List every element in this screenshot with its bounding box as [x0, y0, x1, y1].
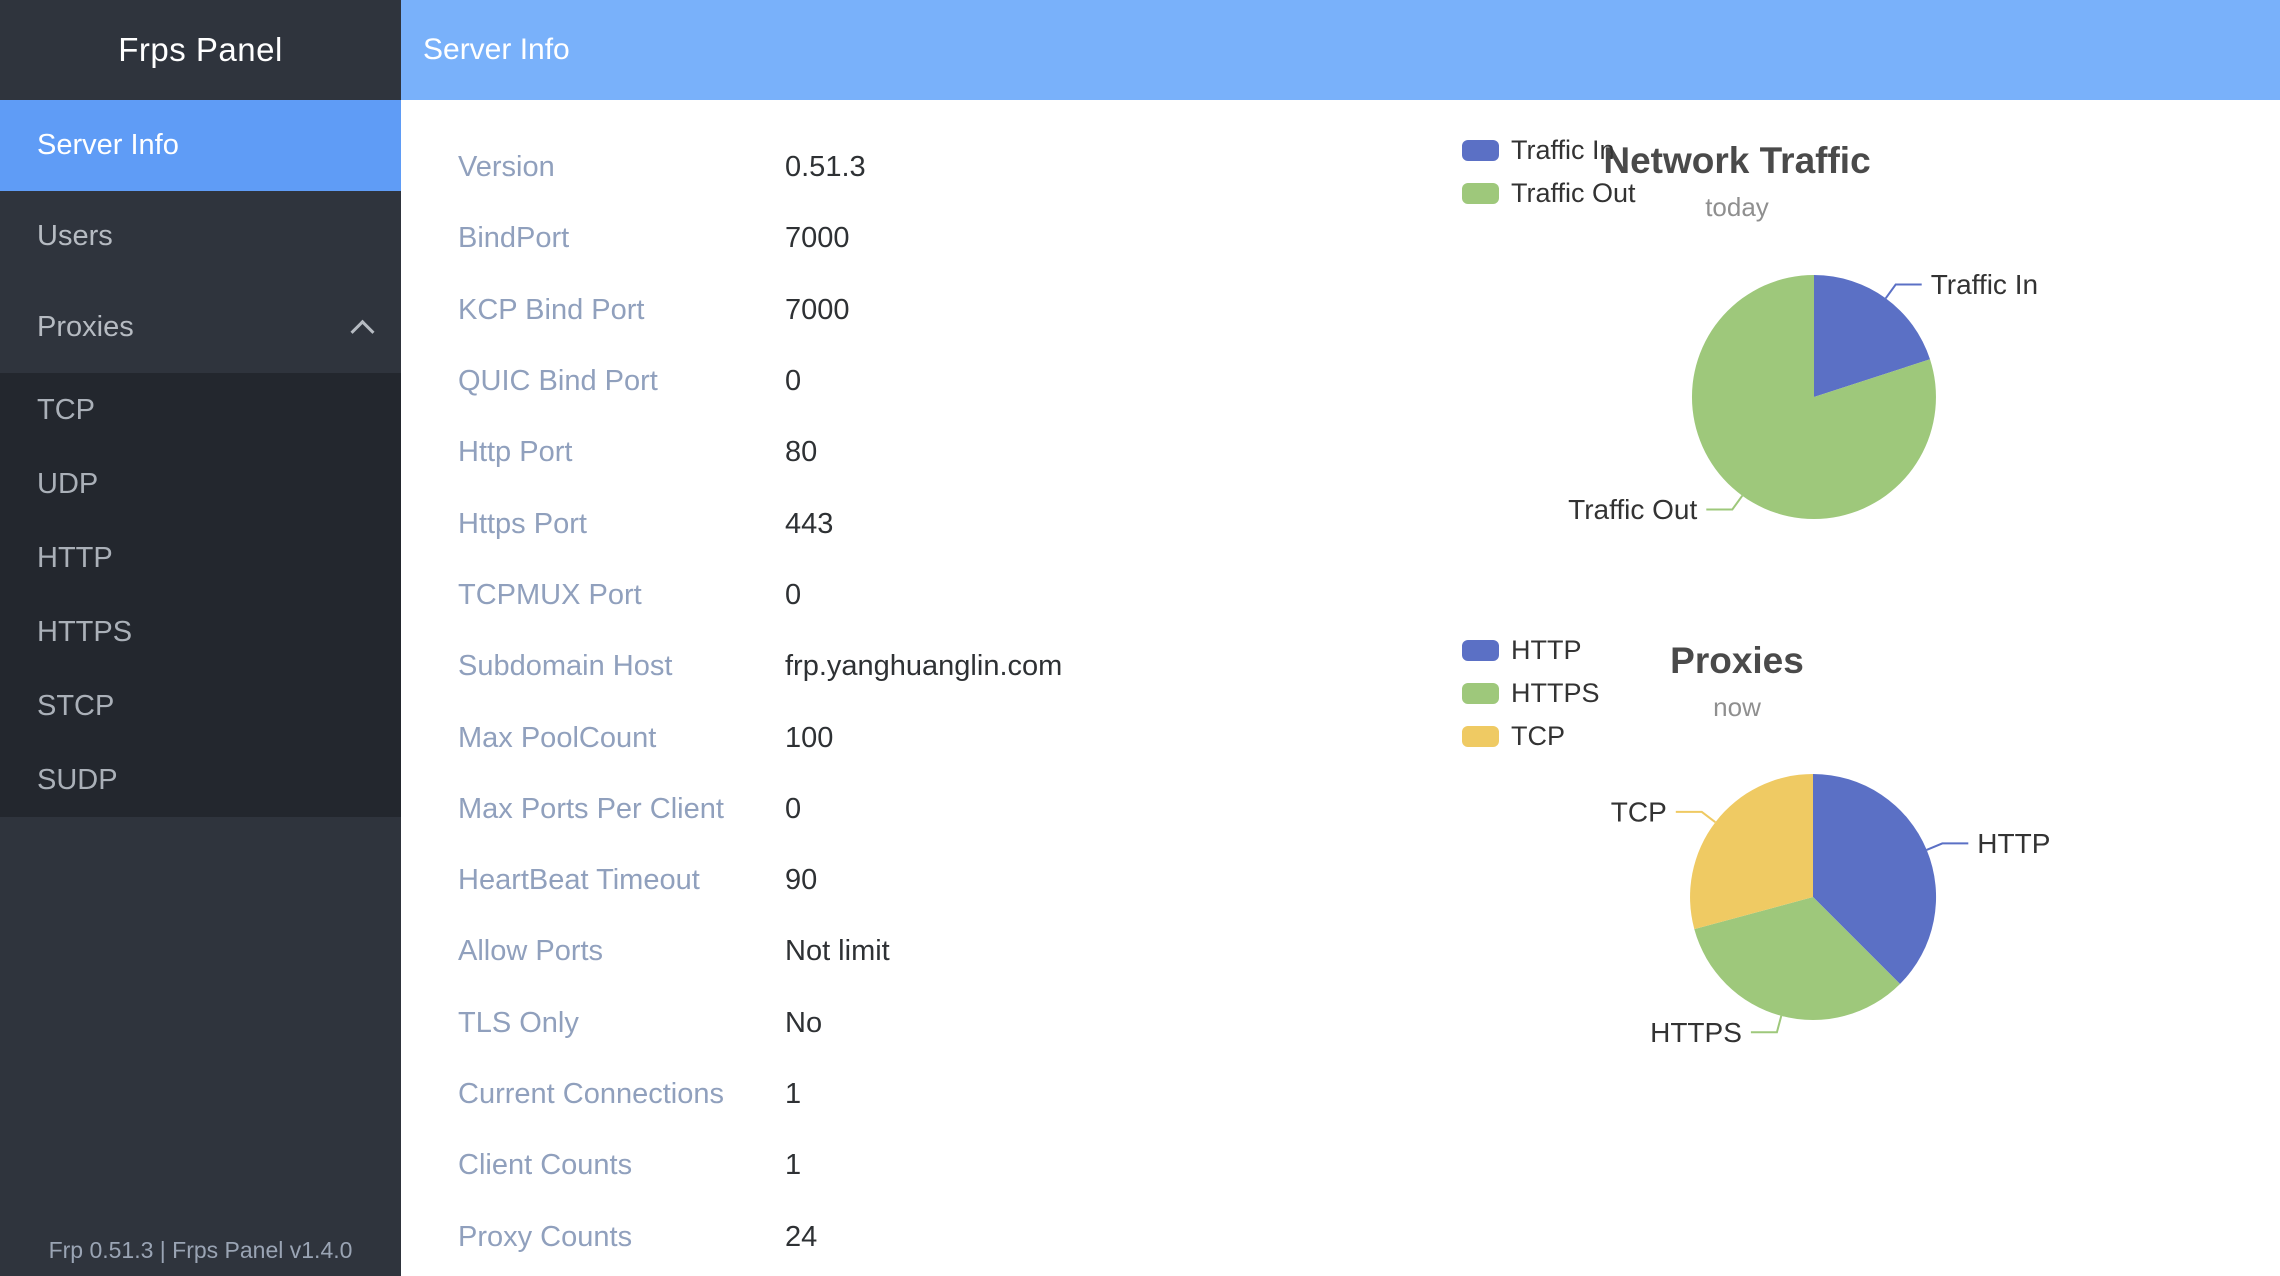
pie-label-line-traffic-in [1886, 285, 1922, 299]
row-label: Http Port [458, 436, 785, 469]
sidebar-item-users[interactable]: Users [0, 191, 401, 282]
row-label: Client Counts [458, 1149, 785, 1182]
app-title: Frps Panel [0, 0, 401, 100]
row-value: 90 [785, 864, 817, 897]
table-row: Https Port 443 [458, 488, 1438, 559]
pie-label-https: HTTPS [1650, 1017, 1742, 1048]
sidebar-subitem[interactable]: HTTPS [0, 595, 401, 669]
sidebar-footer-version: Frp 0.51.3 | Frps Panel v1.4.0 [0, 1237, 401, 1264]
table-row: Subdomain Host frp.yanghuanglin.com [458, 631, 1438, 702]
main-area: Server Info Version 0.51.3 BindPort 7000… [401, 0, 2280, 1276]
row-label: Allow Ports [458, 935, 785, 968]
pie-label-line-traffic-out [1706, 496, 1742, 510]
row-label: TCPMUX Port [458, 579, 785, 612]
table-row: TCPMUX Port 0 [458, 560, 1438, 631]
sidebar-item-label: Proxies [37, 311, 134, 344]
row-label: Current Connections [458, 1078, 785, 1111]
row-label: QUIC Bind Port [458, 365, 785, 398]
row-value: 0 [785, 579, 801, 612]
pie-label-traffic-out: Traffic Out [1568, 494, 1697, 525]
table-row: KCP Bind Port 7000 [458, 275, 1438, 346]
pie-chart: HTTP HTTPS TCP [1440, 620, 2140, 1090]
row-value: frp.yanghuanglin.com [785, 650, 1062, 683]
pie-label-line-https [1751, 1016, 1781, 1033]
pie-label-http: HTTP [1977, 828, 2050, 859]
server-info-table: Version 0.51.3 BindPort 7000 KCP Bind Po… [458, 132, 1438, 1273]
page-title: Server Info [423, 33, 570, 67]
row-label: HeartBeat Timeout [458, 864, 785, 897]
sidebar-subitem[interactable]: HTTP [0, 521, 401, 595]
sidebar-submenu-proxies: TCPUDPHTTPHTTPSSTCPSUDP [0, 373, 401, 817]
row-value: 0.51.3 [785, 151, 866, 184]
sidebar-item-label: Server Info [37, 129, 179, 162]
pie-label-line-tcp [1676, 812, 1716, 822]
row-value: Not limit [785, 935, 890, 968]
row-label: Https Port [458, 508, 785, 541]
row-label: TLS Only [458, 1007, 785, 1040]
row-label: Proxy Counts [458, 1221, 785, 1254]
pie-label-tcp: TCP [1611, 796, 1667, 827]
sidebar-item-label: Users [37, 220, 113, 253]
page-header: Server Info [401, 0, 2280, 100]
table-row: Current Connections 1 [458, 1059, 1438, 1130]
proxies-chart: Proxies now HTTP HTTPS TCP HTTPHTTPSTCP [1440, 620, 2140, 1090]
row-label: Max Ports Per Client [458, 793, 785, 826]
table-row: Max Ports Per Client 0 [458, 774, 1438, 845]
sidebar-subitem[interactable]: UDP [0, 447, 401, 521]
row-label: Subdomain Host [458, 650, 785, 683]
row-label: Version [458, 151, 785, 184]
pie-label-line-http [1927, 843, 1969, 850]
network-traffic-chart: Network Traffic today Traffic In Traffic… [1440, 120, 2140, 590]
row-label: BindPort [458, 222, 785, 255]
row-value: 1 [785, 1078, 801, 1111]
row-value: 443 [785, 508, 833, 541]
row-value: 0 [785, 793, 801, 826]
table-row: Max PoolCount 100 [458, 702, 1438, 773]
pie-chart: Traffic In Traffic Out [1440, 120, 2140, 590]
row-value: 7000 [785, 294, 850, 327]
row-label: KCP Bind Port [458, 294, 785, 327]
row-value: 7000 [785, 222, 850, 255]
table-row: Client Counts 1 [458, 1130, 1438, 1201]
sidebar-item-proxies[interactable]: Proxies [0, 282, 401, 373]
table-row: Http Port 80 [458, 417, 1438, 488]
table-row: BindPort 7000 [458, 203, 1438, 274]
row-value: 24 [785, 1221, 817, 1254]
pie-label-traffic-in: Traffic In [1931, 269, 2038, 300]
row-value: No [785, 1007, 822, 1040]
row-value: 0 [785, 365, 801, 398]
sidebar-item-server-info[interactable]: Server Info [0, 100, 401, 191]
table-row: TLS Only No [458, 988, 1438, 1059]
table-row: Version 0.51.3 [458, 132, 1438, 203]
table-row: Proxy Counts 24 [458, 1201, 1438, 1272]
row-label: Max PoolCount [458, 722, 785, 755]
chevron-up-icon [350, 320, 374, 344]
row-value: 100 [785, 722, 833, 755]
table-row: HeartBeat Timeout 90 [458, 845, 1438, 916]
row-value: 80 [785, 436, 817, 469]
row-value: 1 [785, 1149, 801, 1182]
table-row: Allow Ports Not limit [458, 916, 1438, 987]
sidebar-subitem[interactable]: TCP [0, 373, 401, 447]
sidebar-subitem[interactable]: STCP [0, 669, 401, 743]
sidebar-subitem[interactable]: SUDP [0, 743, 401, 817]
sidebar: Frps Panel Server Info Users Proxies TCP… [0, 0, 401, 1276]
table-row: QUIC Bind Port 0 [458, 346, 1438, 417]
